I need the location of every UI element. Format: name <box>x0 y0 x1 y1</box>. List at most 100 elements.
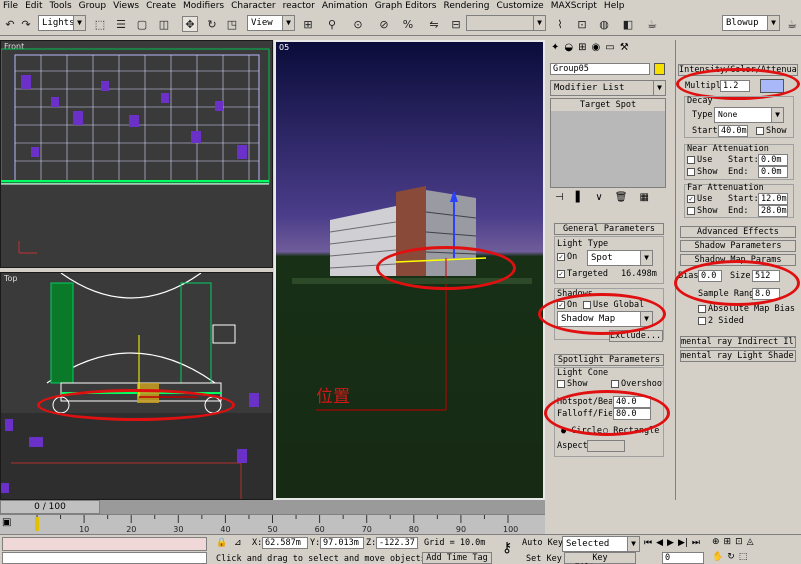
modifier-stack[interactable]: Target Spot <box>550 98 666 188</box>
advanced-effects-rollout[interactable]: Advanced Effects <box>680 226 796 238</box>
rotate-icon[interactable]: ↻ <box>204 16 220 32</box>
menu-customize[interactable]: Customize <box>496 0 543 12</box>
use-global-checkbox[interactable]: Use Global <box>583 300 644 310</box>
quick-render-icon[interactable]: ☕ <box>784 16 800 32</box>
maximize-viewport-icon[interactable]: ⬚ <box>739 552 748 562</box>
track-bar[interactable]: ▣ 10 20 30 40 50 60 70 80 90 100 <box>0 514 545 534</box>
decay-show-checkbox[interactable]: Show <box>756 126 786 136</box>
multiplier-field[interactable]: 1.2 <box>720 80 750 92</box>
link-icon[interactable]: ⚲ <box>324 16 340 32</box>
zoom-icon[interactable]: ⊕ <box>712 537 720 547</box>
schematic-icon[interactable]: ⊡ <box>574 16 590 32</box>
exclude-button[interactable]: Exclude... <box>609 330 663 342</box>
field-of-view-icon[interactable]: ◬ <box>747 537 754 547</box>
redo-icon[interactable]: ↷ <box>18 16 34 32</box>
selection-filter-dropdown[interactable]: Lights ▼ <box>38 15 86 31</box>
general-parameters-rollout[interactable]: General Parameters <box>554 223 664 235</box>
circle-radio[interactable]: ● Circle <box>561 426 602 436</box>
menu-file[interactable]: File <box>3 0 18 12</box>
move-icon[interactable]: ✥ <box>182 16 198 32</box>
modify-tab-icon[interactable]: ◒ <box>564 42 573 53</box>
angle-snap-icon[interactable]: ⊘ <box>376 16 392 32</box>
motion-tab-icon[interactable]: ◉ <box>592 42 601 53</box>
lock-icon[interactable]: 🔒 <box>216 538 227 548</box>
targeted-checkbox[interactable]: ✓ Targeted <box>557 269 608 279</box>
menu-graph-editors[interactable]: Graph Editors <box>375 0 437 12</box>
hierarchy-tab-icon[interactable]: ⊞ <box>578 42 586 53</box>
mr-light-shader-rollout[interactable]: mental ray Light Shader <box>680 350 796 362</box>
menu-reactor[interactable]: reactor <box>283 0 315 12</box>
size-field[interactable]: 512 <box>752 270 780 282</box>
configure-sets-icon[interactable]: ▦ <box>639 192 648 203</box>
align-icon[interactable]: ⊟ <box>448 16 464 32</box>
ref-coord-dropdown[interactable]: View ▼ <box>247 15 295 31</box>
window-crossing-icon[interactable]: ◫ <box>156 16 172 32</box>
near-show-checkbox[interactable]: Show <box>687 167 717 177</box>
light-on-checkbox[interactable]: ✓ On <box>557 252 577 262</box>
key-mode-dropdown[interactable]: Selected ▼ <box>562 536 640 552</box>
menu-group[interactable]: Group <box>79 0 106 12</box>
create-tab-icon[interactable]: ✦ <box>551 42 559 53</box>
shadow-type-dropdown[interactable]: Shadow Map ▼ <box>557 311 653 327</box>
aspect-field[interactable] <box>587 440 625 452</box>
auto-key-button[interactable]: Auto Key <box>522 538 563 548</box>
sample-range-field[interactable]: 8.0 <box>752 288 780 300</box>
next-frame-icon[interactable]: ▶| <box>678 538 688 548</box>
select-object-icon[interactable]: ⬚ <box>92 16 108 32</box>
show-end-result-icon[interactable]: ▌ <box>576 192 584 203</box>
key-filters-button[interactable]: Key Filters... <box>564 552 636 564</box>
set-key-button[interactable]: Set Key <box>526 554 562 564</box>
perspective-viewport[interactable]: 05 <box>274 40 545 500</box>
percent-snap-icon[interactable]: % <box>400 16 416 32</box>
far-show-checkbox[interactable]: Show <box>687 206 717 216</box>
render-setup-icon[interactable]: ◧ <box>620 16 636 32</box>
go-to-end-icon[interactable]: ⏭ <box>692 538 700 548</box>
shadow-map-params-rollout[interactable]: Shadow Map Params <box>680 254 796 266</box>
utilities-tab-icon[interactable]: ⚒ <box>620 42 629 53</box>
maxscript-input[interactable] <box>2 552 207 564</box>
front-viewport[interactable]: Front <box>0 40 273 268</box>
stack-item-target-spot[interactable]: Target Spot <box>551 99 665 111</box>
spotlight-parameters-rollout[interactable]: Spotlight Parameters <box>554 354 664 366</box>
shadow-parameters-rollout[interactable]: Shadow Parameters <box>680 240 796 252</box>
material-editor-icon[interactable]: ◍ <box>596 16 612 32</box>
undo-icon[interactable]: ↶ <box>2 16 18 32</box>
menu-create[interactable]: Create <box>146 0 176 12</box>
intensity-rollout[interactable]: Intensity/Color/Attenuation <box>678 64 798 76</box>
top-viewport[interactable]: Top <box>0 272 273 500</box>
render-icon[interactable]: ☕ <box>644 16 660 32</box>
show-cone-checkbox[interactable]: Show <box>557 379 587 389</box>
hotspot-field[interactable]: 40.0 <box>613 396 651 408</box>
bias-field[interactable]: 0.0 <box>698 270 722 282</box>
object-color-swatch[interactable] <box>654 63 665 75</box>
menu-maxscript[interactable]: MAXScript <box>551 0 597 12</box>
remove-modifier-icon[interactable]: 🗑 <box>615 192 628 203</box>
render-type-dropdown[interactable]: Blowup ▼ <box>722 15 780 31</box>
overshoot-checkbox[interactable]: Overshoot <box>611 379 663 389</box>
x-coordinate-field[interactable]: 62.587m <box>262 537 308 549</box>
y-coordinate-field[interactable]: 97.013m <box>320 537 364 549</box>
go-to-start-icon[interactable]: ⏮ <box>644 538 652 548</box>
zoom-all-icon[interactable]: ⊞ <box>724 537 732 547</box>
two-sided-checkbox[interactable]: 2 Sided <box>698 316 744 326</box>
play-icon[interactable]: ▶ <box>667 538 674 548</box>
zoom-extents-icon[interactable]: ⊡ <box>735 537 743 547</box>
object-name-field[interactable]: Group05 <box>550 63 650 75</box>
absolute-map-bias-checkbox[interactable]: Absolute Map Bias <box>698 304 796 314</box>
maxscript-listener[interactable] <box>2 537 207 551</box>
menu-animation[interactable]: Animation <box>322 0 368 12</box>
menu-modifiers[interactable]: Modifiers <box>183 0 224 12</box>
select-by-name-icon[interactable]: ☰ <box>113 16 129 32</box>
z-coordinate-field[interactable]: -122.37 <box>376 537 418 549</box>
rect-selection-icon[interactable]: ▢ <box>134 16 150 32</box>
light-color-swatch[interactable] <box>760 79 784 93</box>
decay-type-dropdown[interactable]: None ▼ <box>714 107 784 123</box>
previous-frame-icon[interactable]: ◀ <box>656 538 663 548</box>
time-slider-thumb[interactable]: 0 / 100 <box>0 500 100 514</box>
display-tab-icon[interactable]: ▭ <box>605 42 614 53</box>
curve-editor-icon[interactable]: ⌇ <box>552 16 568 32</box>
mirror-icon[interactable]: ⇋ <box>426 16 442 32</box>
falloff-field[interactable]: 80.0 <box>613 408 651 420</box>
far-end-field[interactable]: 28.0m <box>758 205 788 217</box>
near-use-checkbox[interactable]: Use <box>687 155 712 165</box>
